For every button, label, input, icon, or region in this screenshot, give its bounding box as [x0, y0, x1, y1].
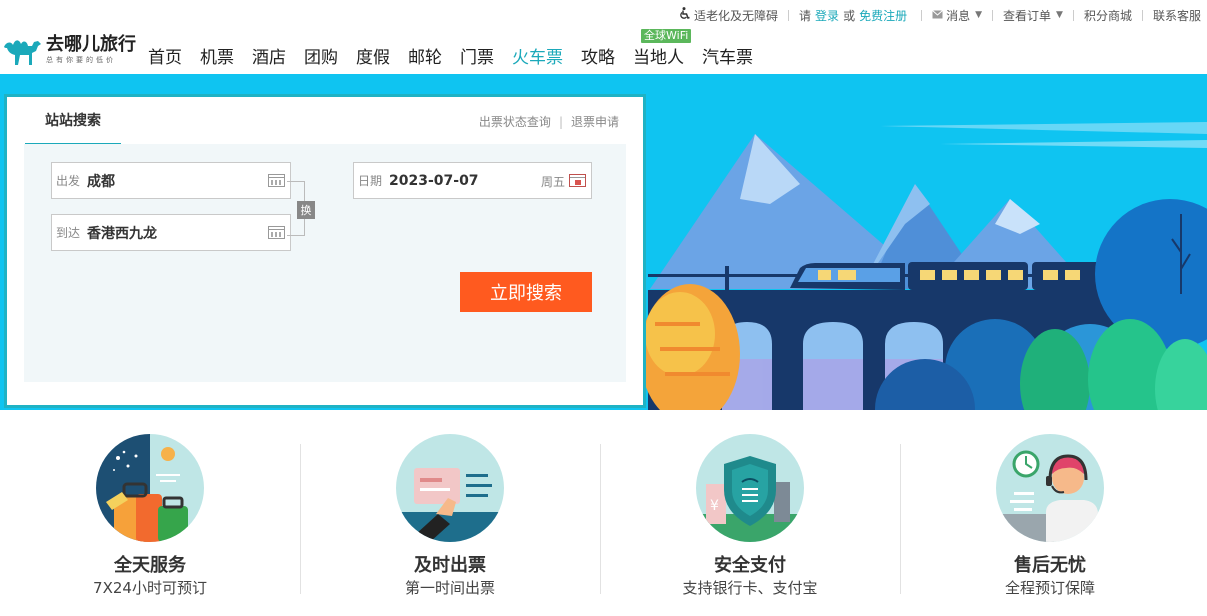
nav-item-guides[interactable]: 攻略: [581, 46, 615, 70]
mail-icon: [932, 8, 943, 22]
weekday-text: 周五: [540, 175, 565, 189]
logo-slogan: 总有你要的低价: [46, 56, 116, 64]
search-button[interactable]: 立即搜索: [460, 272, 592, 312]
arrival-value: 香港西九龙: [87, 225, 157, 242]
search-tabs: 站站搜索 出票状态查询 | 退票申请: [25, 97, 625, 145]
departure-field[interactable]: 出发 成都: [51, 162, 291, 199]
feature-secure-payment: ¥ 安全支付 支持银行卡、支付宝: [600, 434, 900, 598]
tab-station-search[interactable]: 站站搜索: [25, 97, 121, 145]
feature-title: 全天服务: [114, 555, 186, 576]
orders-link[interactable]: 查看订单: [1003, 7, 1051, 24]
date-value: 2023-07-07: [389, 172, 479, 189]
nav-item-hotels[interactable]: 酒店: [252, 46, 286, 70]
feature-all-day-service: 全天服务 7X24小时可预订: [0, 434, 300, 598]
shield-icon: ¥: [696, 434, 804, 542]
ticket-hand-icon: [396, 434, 504, 542]
chevron-down-icon: ▼: [1056, 10, 1063, 20]
city-list-icon[interactable]: [268, 174, 285, 187]
luggage-icon: [96, 434, 204, 542]
wifi-badge: 全球WiFi: [641, 29, 692, 43]
utility-bar: 适老化及无障碍 请 登录 或 免费注册 消息 ▼ 查看订单 ▼ 积分商城 联系客…: [679, 6, 1201, 24]
please-text: 请: [799, 8, 812, 23]
chevron-down-icon: ▼: [975, 10, 983, 20]
nav-item-vacation[interactable]: 度假: [356, 46, 390, 70]
city-list-icon[interactable]: [268, 226, 285, 239]
main-nav: 首页 机票 酒店 团购 度假 邮轮 门票 火车票 攻略 当地人 汽车票: [148, 46, 771, 70]
feature-subtitle: 支持银行卡、支付宝: [682, 579, 818, 597]
date-field[interactable]: 日期 2023-07-07 周五: [353, 162, 592, 199]
search-links: 出票状态查询 | 退票申请: [478, 115, 619, 129]
feature-after-sales: 售后无忧 全程预订保障: [900, 434, 1200, 598]
customer-service-link[interactable]: 联系客服: [1153, 7, 1201, 24]
separator: [788, 9, 790, 21]
date-label: 日期: [358, 174, 383, 188]
separator: [921, 9, 923, 21]
nav-item-cruise[interactable]: 邮轮: [408, 46, 442, 70]
service-features: 全天服务 7X24小时可预订 及时出票 第一时间出票 ¥ 安全支付 支持银行卡、…: [0, 410, 1207, 616]
accessibility-icon: [679, 7, 691, 23]
calendar-icon[interactable]: [569, 174, 586, 187]
nav-item-locals[interactable]: 当地人: [633, 46, 684, 70]
departure-label: 出发: [56, 174, 81, 188]
nav-item-train-tickets[interactable]: 火车票: [512, 46, 563, 70]
feature-subtitle: 全程预订保障: [1004, 579, 1095, 597]
messages-link[interactable]: 消息: [946, 7, 970, 24]
arrival-field[interactable]: 到达 香港西九龙: [51, 214, 291, 251]
nav-item-home[interactable]: 首页: [148, 46, 182, 70]
accessibility-link[interactable]: 适老化及无障碍: [694, 7, 778, 24]
nav-item-group-buy[interactable]: 团购: [304, 46, 338, 70]
feature-subtitle: 7X24小时可预订: [93, 579, 207, 597]
customer-support-icon: [996, 434, 1104, 542]
nav-item-bus-tickets[interactable]: 汽车票: [702, 46, 753, 70]
feature-subtitle: 第一时间出票: [404, 579, 495, 597]
or-text: 或: [843, 8, 856, 23]
nav-item-tickets[interactable]: 门票: [460, 46, 494, 70]
login-link[interactable]: 登录: [815, 7, 839, 24]
train-search-panel: 站站搜索 出票状态查询 | 退票申请: [4, 94, 646, 408]
logo-name: 去哪儿旅行: [46, 34, 136, 55]
feature-fast-ticketing: 及时出票 第一时间出票: [300, 434, 600, 598]
nav-item-flights[interactable]: 机票: [200, 46, 234, 70]
site-logo[interactable]: 去哪儿旅行 总有你要的低价: [2, 32, 138, 68]
ticket-status-link[interactable]: 出票状态查询: [479, 115, 551, 129]
feature-title: 售后无忧: [1014, 555, 1086, 576]
departure-value: 成都: [87, 173, 115, 190]
feature-title: 及时出票: [414, 555, 486, 576]
swap-stations-button[interactable]: 换: [297, 201, 315, 219]
register-link[interactable]: 免费注册: [859, 7, 907, 24]
feature-title: 安全支付: [714, 555, 786, 576]
separator: [1072, 9, 1074, 21]
points-mall-link[interactable]: 积分商城: [1084, 7, 1132, 24]
arrival-label: 到达: [56, 226, 81, 240]
refund-link[interactable]: 退票申请: [571, 115, 619, 129]
separator: [992, 9, 994, 21]
camel-logo-icon: [4, 40, 41, 65]
top-header: 适老化及无障碍 请 登录 或 免费注册 消息 ▼ 查看订单 ▼ 积分商城 联系客…: [0, 0, 1207, 74]
separator: [1141, 9, 1143, 21]
svg-text:¥: ¥: [710, 498, 719, 514]
